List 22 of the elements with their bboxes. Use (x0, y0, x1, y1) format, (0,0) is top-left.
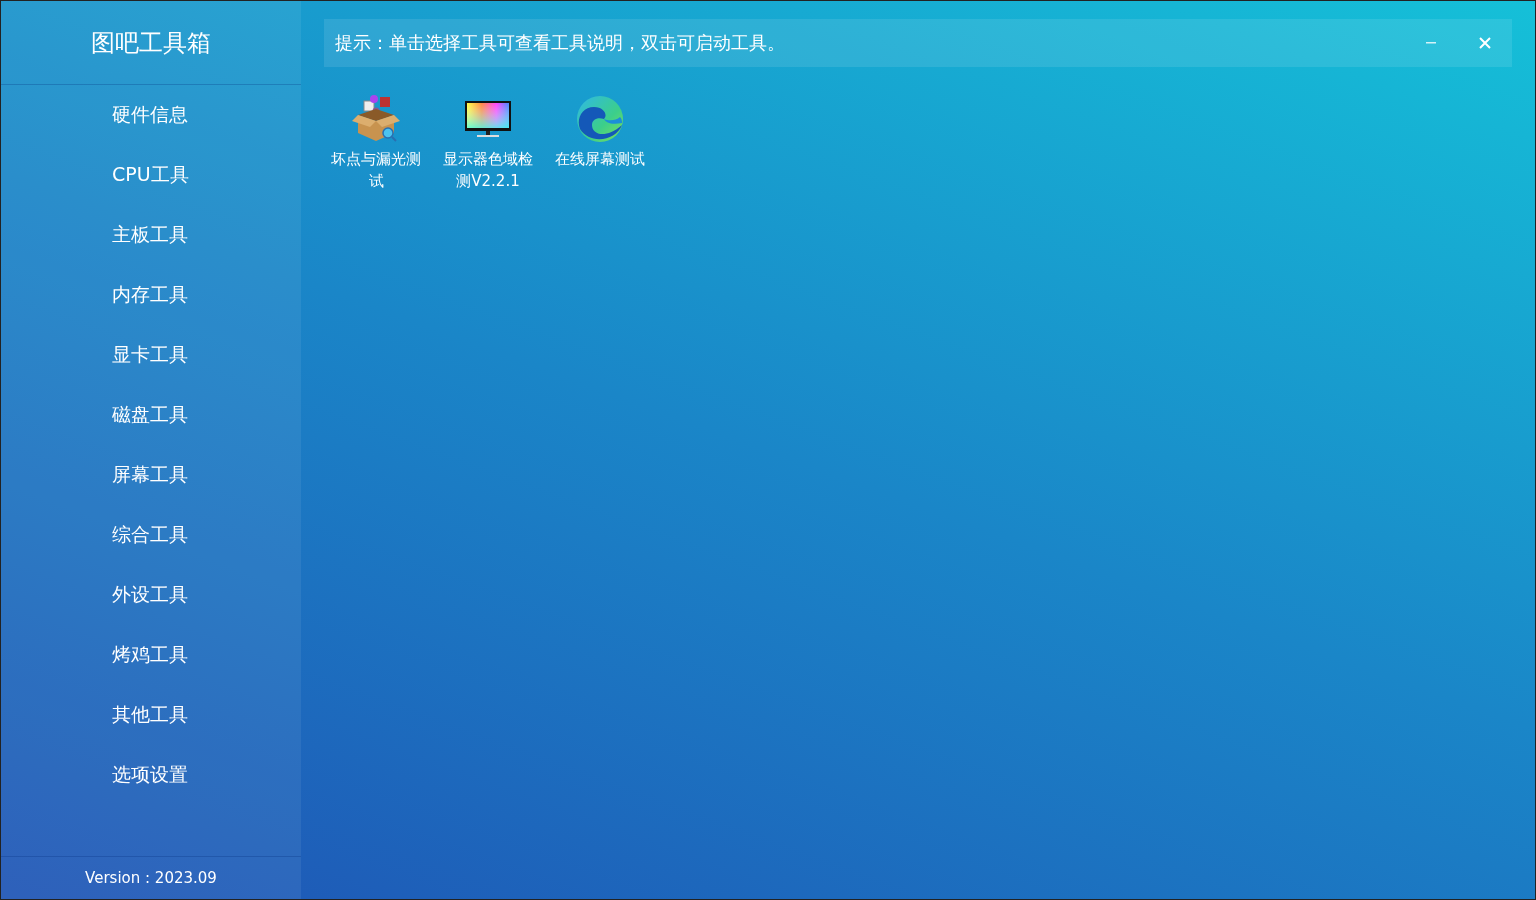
sidebar-item[interactable]: 硬件信息 (1, 85, 301, 145)
sidebar-item[interactable]: 综合工具 (1, 505, 301, 565)
hint-text: 提示：单击选择工具可查看工具说明，双击可启动工具。 (335, 31, 786, 55)
sidebar-item[interactable]: 外设工具 (1, 565, 301, 625)
sidebar-item[interactable]: 内存工具 (1, 265, 301, 325)
sidebar-item[interactable]: CPU工具 (1, 145, 301, 205)
tool-label[interactable]: 坏点与漏光测试 (326, 148, 426, 192)
tool-label[interactable]: 显示器色域检测V2.2.1 (438, 148, 538, 192)
close-icon (1479, 37, 1491, 49)
sidebar-item[interactable]: 选项设置 (1, 745, 301, 805)
sidebar-item[interactable]: 磁盘工具 (1, 385, 301, 445)
minimize-icon (1426, 42, 1436, 44)
app-title: 图吧工具箱 (91, 27, 211, 59)
box-icon (352, 95, 400, 143)
sidebar-item[interactable]: 烤鸡工具 (1, 625, 301, 685)
version-label: Version : 2023.09 (85, 869, 217, 887)
sidebar-item[interactable]: 主板工具 (1, 205, 301, 265)
tool-label[interactable]: 在线屏幕测试 (550, 148, 650, 170)
sidebar-item[interactable]: 其他工具 (1, 685, 301, 745)
sidebar-item[interactable]: 显卡工具 (1, 325, 301, 385)
sidebar-item[interactable]: 屏幕工具 (1, 445, 301, 505)
swirl-icon (576, 95, 624, 143)
